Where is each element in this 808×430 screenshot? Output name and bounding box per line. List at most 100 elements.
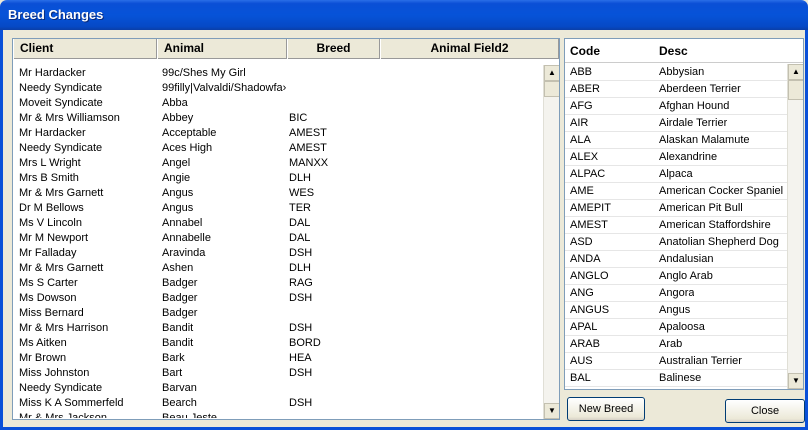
cell-animal: Aces High (162, 142, 213, 154)
title-bar[interactable]: Breed Changes (0, 0, 808, 30)
list-item[interactable]: ANGLO Anglo Arab (565, 268, 787, 285)
cell-animal: Beau Jeste (162, 412, 218, 418)
list-item[interactable]: ALA Alaskan Malamute (565, 132, 787, 149)
cell-code: AUS (570, 355, 593, 367)
table-row[interactable]: Miss Bernard Badger (13, 306, 543, 321)
table-row[interactable]: Mr & Mrs Garnett Angus WES (13, 186, 543, 201)
table-row[interactable]: Mrs B Smith Angie DLH (13, 171, 543, 186)
table-row[interactable]: Ms V Lincoln Annabel DAL (13, 216, 543, 231)
cell-client: Miss K A Sommerfeld (19, 397, 124, 409)
cell-client: Mr & Mrs Harrison (19, 322, 109, 334)
animal-breed-grid[interactable]: Client Animal Breed Animal Field2 Mr Har… (12, 38, 560, 420)
table-row[interactable]: Mr Hardacker 99c/Shes My Girl (13, 66, 543, 81)
list-item[interactable]: AIR Airdale Terrier (565, 115, 787, 132)
table-row[interactable]: Moveit Syndicate Abba (13, 96, 543, 111)
cell-desc: Aberdeen Terrier (659, 83, 741, 95)
cell-client: Mr Hardacker (19, 67, 86, 79)
grid-header: Client Animal Breed Animal Field2 (13, 39, 559, 59)
left-grid-scrollbar[interactable]: ▲ ▼ (543, 65, 559, 419)
table-row[interactable]: Needy Syndicate Barvan (13, 381, 543, 396)
cell-breed: MANXX (289, 157, 329, 169)
cell-breed: BIC (289, 112, 308, 124)
cell-breed: DSH (289, 247, 313, 259)
column-header-animal[interactable]: Animal (157, 39, 287, 59)
scroll-down-icon[interactable]: ▼ (544, 403, 559, 419)
list-item[interactable]: AMEST American Staffordshire (565, 217, 787, 234)
cell-breed: HEA (289, 352, 312, 364)
cell-animal: 99c/Shes My Girl (162, 67, 246, 79)
list-item[interactable]: BAS Basenji (565, 387, 787, 389)
cell-animal: Barvan (162, 382, 197, 394)
cell-client: Mr M Newport (19, 232, 89, 244)
cell-code: AMEST (570, 219, 608, 231)
column-header-breed[interactable]: Breed (287, 39, 380, 59)
list-item[interactable]: AFG Afghan Hound (565, 98, 787, 115)
table-row[interactable]: Mrs L Wright Angel MANXX (13, 156, 543, 171)
list-item[interactable]: ANDA Andalusian (565, 251, 787, 268)
table-row[interactable]: Mr & Mrs Williamson Abbey BIC (13, 111, 543, 126)
cell-desc: Anglo Arab (659, 270, 713, 282)
scroll-thumb[interactable] (788, 80, 803, 100)
cell-desc: Arab (659, 338, 683, 350)
column-header-code[interactable]: Code (570, 44, 600, 58)
right-grid-scrollbar[interactable]: ▲ ▼ (787, 64, 803, 389)
table-row[interactable]: Needy Syndicate Aces High AMEST (13, 141, 543, 156)
table-row[interactable]: Mr Hardacker Acceptable AMEST (13, 126, 543, 141)
cell-desc: Airdale Terrier (659, 117, 728, 129)
cell-client: Moveit Syndicate (19, 97, 103, 109)
list-item[interactable]: APAL Apaloosa (565, 319, 787, 336)
table-row[interactable]: Ms Dowson Badger DSH (13, 291, 543, 306)
list-item[interactable]: ARAB Arab (565, 336, 787, 353)
table-row[interactable]: Mr & Mrs Garnett Ashen DLH (13, 261, 543, 276)
cell-code: AME (570, 185, 594, 197)
cell-breed: DSH (289, 322, 313, 334)
cell-desc: American Staffordshire (659, 219, 771, 231)
scroll-up-icon[interactable]: ▲ (788, 64, 803, 80)
table-row[interactable]: Ms Aitken Bandit BORD (13, 336, 543, 351)
list-item[interactable]: ANG Angora (565, 285, 787, 302)
list-item[interactable]: AME American Cocker Spaniel (565, 183, 787, 200)
cell-animal: Annabel (162, 217, 203, 229)
list-item[interactable]: AMEPIT American Pit Bull (565, 200, 787, 217)
breed-code-grid[interactable]: Code Desc ABB Abbysian ABER Aberdeen Terrie… (564, 38, 804, 390)
column-header-desc[interactable]: Desc (659, 44, 688, 58)
cell-client: Ms V Lincoln (19, 217, 82, 229)
cell-desc: Balinese (659, 372, 702, 384)
list-item[interactable]: ASD Anatolian Shepherd Dog (565, 234, 787, 251)
table-row[interactable]: Mr Falladay Aravinda DSH (13, 246, 543, 261)
new-breed-button[interactable]: New Breed (567, 397, 645, 421)
cell-client: Mrs L Wright (19, 157, 81, 169)
list-item[interactable]: ABB Abbysian (565, 64, 787, 81)
table-row[interactable]: Dr M Bellows Angus TER (13, 201, 543, 216)
table-row[interactable]: Miss K A Sommerfeld Bearch DSH (13, 396, 543, 411)
table-row[interactable]: Mr M Newport Annabelle DAL (13, 231, 543, 246)
cell-code: ANG (570, 287, 594, 299)
list-item[interactable]: BAL Balinese (565, 370, 787, 387)
scroll-down-icon[interactable]: ▼ (788, 373, 803, 389)
list-item[interactable]: ALEX Alexandrine (565, 149, 787, 166)
table-row[interactable]: Mr & Mrs Jackson Beau Jeste (13, 411, 543, 418)
column-header-client[interactable]: Client (13, 39, 157, 59)
column-header-animal-field2[interactable]: Animal Field2 (380, 39, 559, 59)
list-item[interactable]: AUS Australian Terrier (565, 353, 787, 370)
table-row[interactable]: Needy Syndicate 99filly|Valvaldi/Shadowfa… (13, 81, 543, 96)
cell-animal: Acceptable (162, 127, 217, 139)
list-item[interactable]: ANGUS Angus (565, 302, 787, 319)
list-item[interactable]: ABER Aberdeen Terrier (565, 81, 787, 98)
cell-code: ALA (570, 134, 591, 146)
table-row[interactable]: Mr Brown Bark HEA (13, 351, 543, 366)
table-row[interactable]: Ms S Carter Badger RAG (13, 276, 543, 291)
scroll-up-icon[interactable]: ▲ (544, 65, 559, 81)
cell-code: ALEX (570, 151, 599, 163)
cell-animal: 99filly|Valvaldi/Shadowfa› (162, 82, 286, 94)
table-row[interactable]: Miss Johnston Bart DSH (13, 366, 543, 381)
close-button[interactable]: Close (725, 399, 805, 423)
breed-rows: ABB Abbysian ABER Aberdeen Terrier AFG Afghan… (565, 64, 787, 389)
list-item[interactable]: ALPAC Alpaca (565, 166, 787, 183)
cell-animal: Bark (162, 352, 185, 364)
scroll-thumb[interactable] (544, 81, 559, 97)
cell-desc: Basenji (659, 387, 695, 389)
cell-client: Mrs B Smith (19, 172, 79, 184)
table-row[interactable]: Mr & Mrs Harrison Bandit DSH (13, 321, 543, 336)
cell-client: Mr & Mrs Garnett (19, 262, 104, 274)
